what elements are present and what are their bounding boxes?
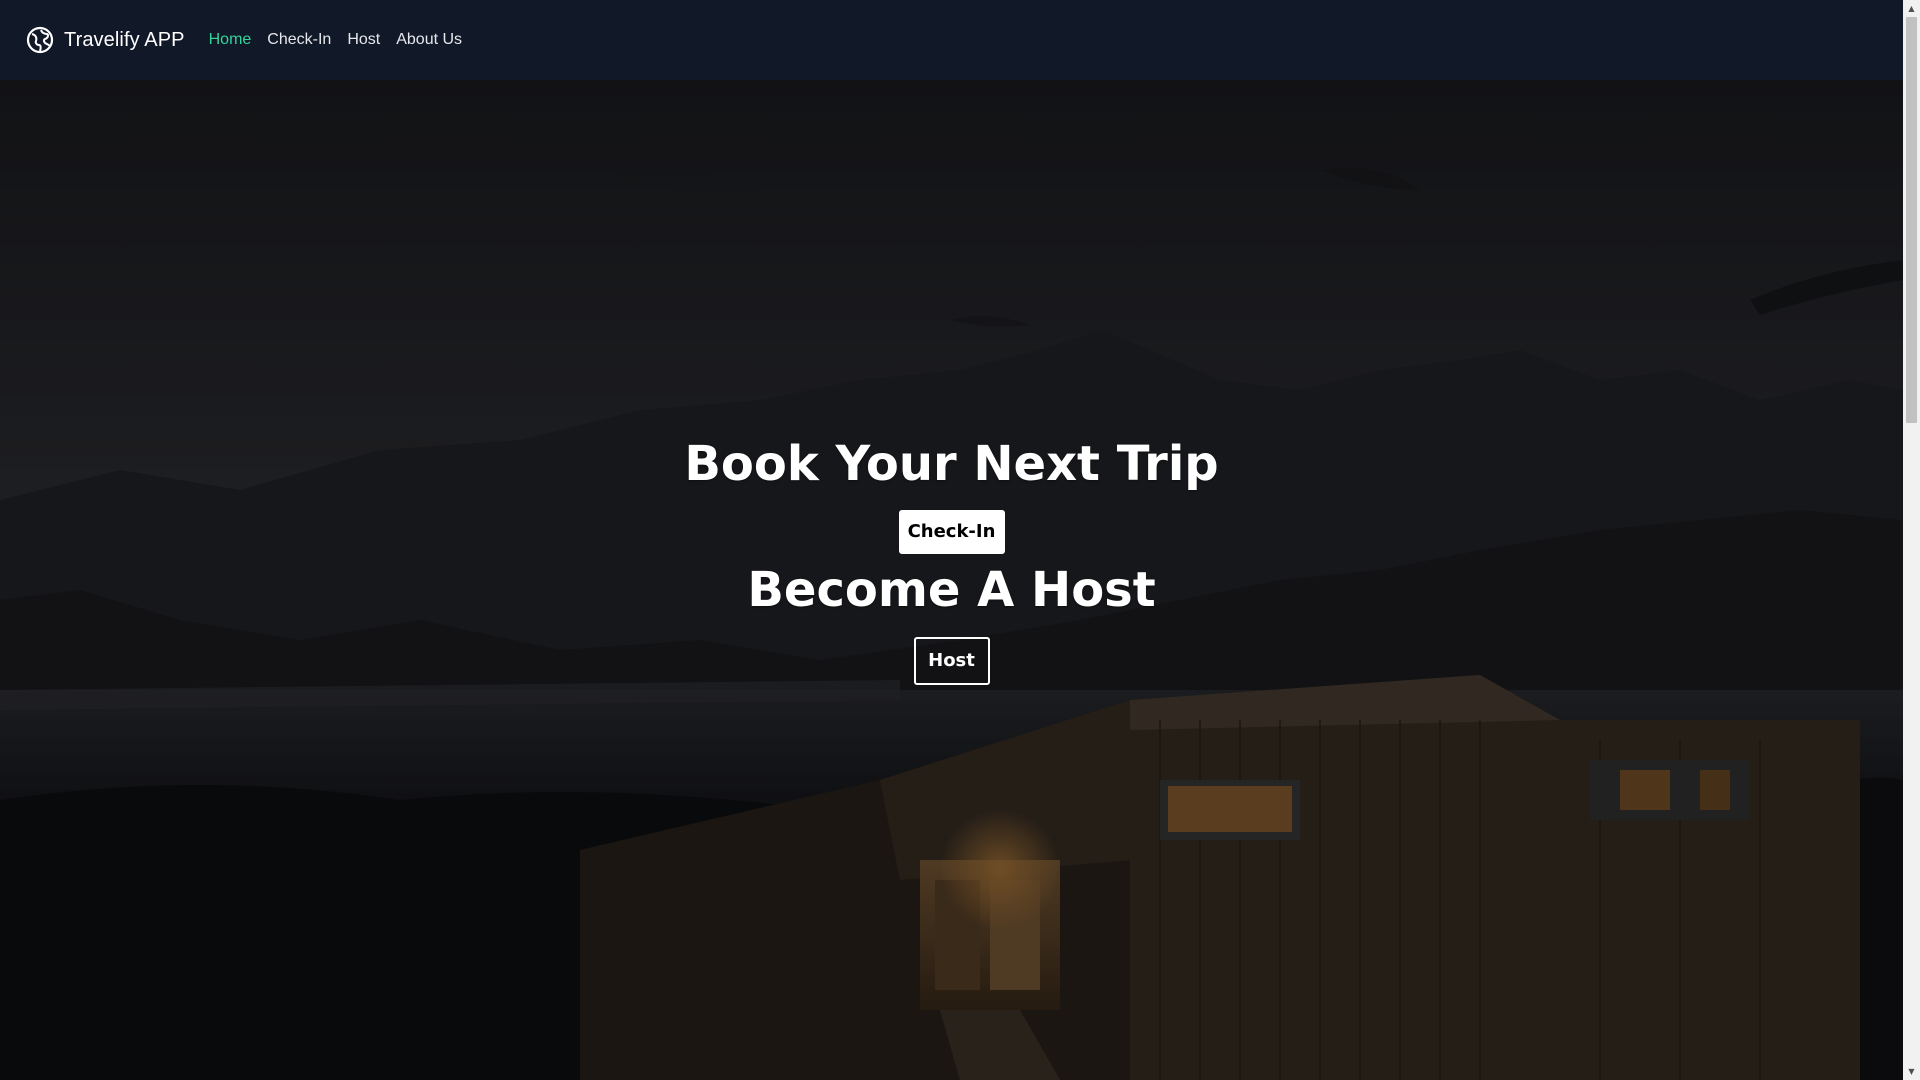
hero-section: Book Your Next Trip Check-In Become A Ho…	[0, 80, 1903, 1080]
page: Travelify APP Home Check-In Host About U…	[0, 0, 1920, 1080]
check-in-button[interactable]: Check-In	[898, 509, 1005, 554]
brand-link[interactable]: Travelify APP	[26, 26, 185, 54]
nav-link-host[interactable]: Host	[347, 31, 380, 49]
hero-heading-become-host: Become A Host	[747, 561, 1156, 618]
scroll-down-arrow-icon[interactable]: ▼	[1903, 1063, 1920, 1080]
hero-content: Book Your Next Trip Check-In Become A Ho…	[0, 80, 1903, 1080]
globe-icon	[26, 26, 54, 54]
top-navbar: Travelify APP Home Check-In Host About U…	[0, 0, 1903, 80]
host-button[interactable]: Host	[913, 636, 990, 685]
nav-link-home[interactable]: Home	[209, 31, 252, 49]
hero-heading-book-trip: Book Your Next Trip	[684, 436, 1219, 492]
scrollbar-thumb[interactable]	[1906, 17, 1917, 423]
vertical-scrollbar[interactable]: ▲ ▼	[1903, 0, 1920, 1080]
scroll-up-arrow-icon[interactable]: ▲	[1903, 0, 1920, 17]
nav-links: Home Check-In Host About Us	[209, 31, 462, 49]
nav-link-about-us[interactable]: About Us	[396, 31, 462, 49]
nav-link-check-in[interactable]: Check-In	[267, 31, 331, 49]
brand-name: Travelify APP	[64, 28, 185, 51]
